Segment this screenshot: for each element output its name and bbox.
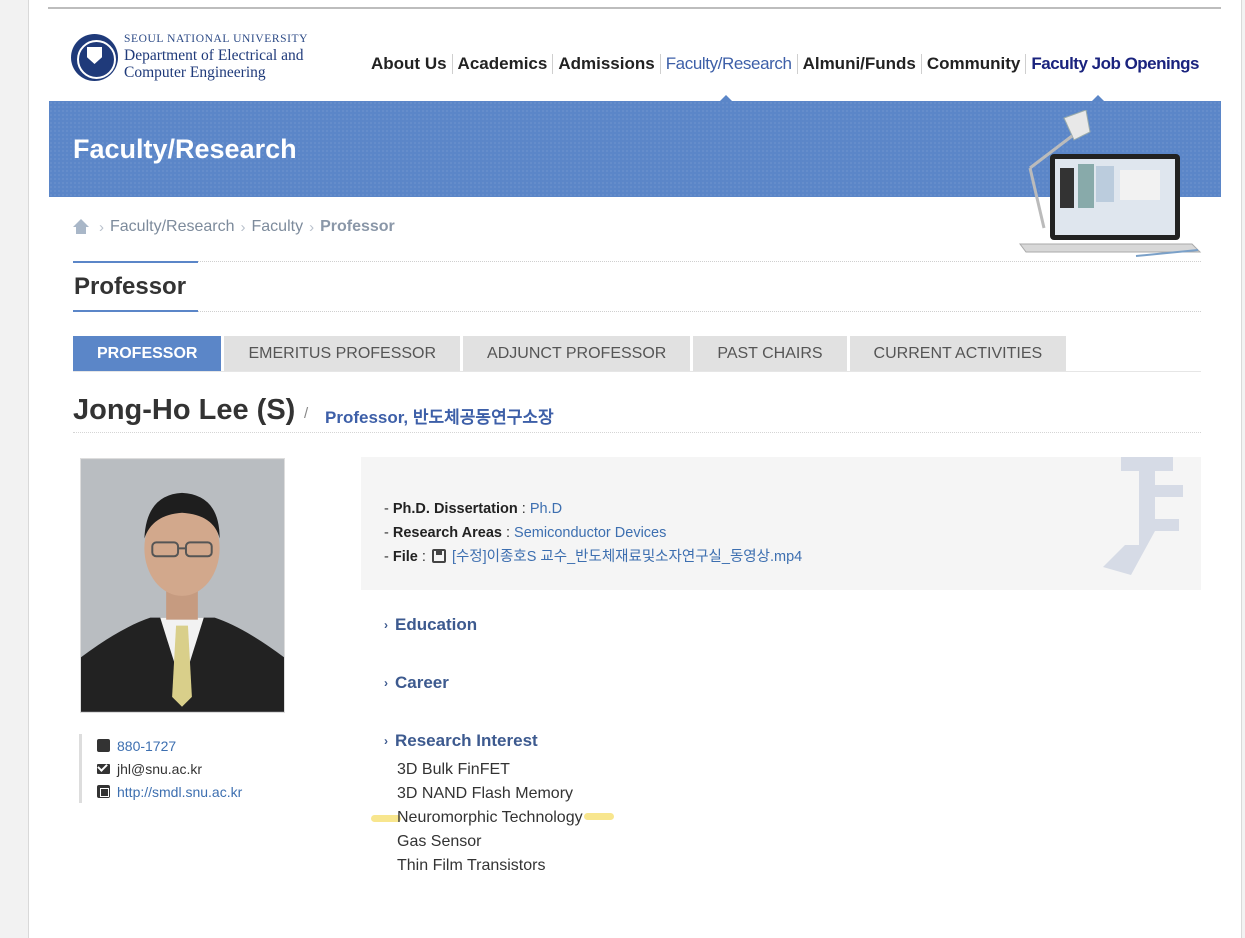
chevron-right-icon: › <box>99 218 104 236</box>
profile-info-box: - Ph.D. Dissertation : Ph.D - Research A… <box>361 457 1201 590</box>
tab-professor[interactable]: PROFESSOR <box>73 336 222 372</box>
chevron-right-icon: › <box>309 218 315 236</box>
research-areas-label: Research Areas <box>392 525 502 541</box>
title-accent-rule <box>73 310 198 312</box>
dissertation-link[interactable]: Ph.D <box>530 501 562 517</box>
email-address[interactable]: jhl@snu.ac.kr <box>117 761 202 777</box>
homepage-icon <box>97 785 110 798</box>
snu-logo[interactable]: SEOUL NATIONAL UNIVERSITY Department of … <box>71 34 308 81</box>
breadcrumb-faculty-research[interactable]: Faculty/Research <box>110 218 235 236</box>
homepage-link[interactable]: http://smdl.snu.ac.kr <box>117 784 242 800</box>
faculty-tabs: PROFESSOR EMERITUS PROFESSOR ADJUNCT PRO… <box>73 336 1069 372</box>
nav-faculty-job-openings[interactable]: Faculty Job Openings <box>1025 54 1204 74</box>
tab-past-chairs[interactable]: PAST CHAIRS <box>693 336 847 372</box>
research-interest-heading: Research Interest <box>395 731 538 750</box>
breadcrumb: › Faculty/Research › Faculty › Professor <box>73 218 395 236</box>
nav-community[interactable]: Community <box>920 54 1026 74</box>
banner-title: Faculty/Research <box>73 134 297 164</box>
list-item: 3D NAND Flash Memory <box>397 785 574 802</box>
envelope-icon <box>97 763 110 774</box>
university-seal-icon <box>71 34 118 81</box>
logo-dept-line1: Department of Electrical and <box>124 46 304 64</box>
breadcrumb-professor: Professor <box>320 218 395 235</box>
tabs-underline <box>73 371 1201 372</box>
logo-dept-line2: Computer Engineering <box>124 64 266 82</box>
professor-photo <box>80 458 285 713</box>
dissertation-label: Ph.D. Dissertation <box>392 501 518 517</box>
top-divider <box>48 7 1221 9</box>
professor-position: Professor, 반도체공동연구소장 <box>325 408 554 427</box>
nav-almuni-funds[interactable]: Almuni/Funds <box>796 54 921 74</box>
chevron-right-icon: › <box>384 618 388 632</box>
research-interest-list: 3D Bulk FinFET 3D NAND Flash Memory Neur… <box>397 758 583 878</box>
list-item: Gas Sensor <box>397 833 482 850</box>
breadcrumb-faculty[interactable]: Faculty <box>252 218 304 236</box>
title-accent-rule <box>73 261 198 263</box>
career-heading: Career <box>395 673 449 692</box>
list-item: Thin Film Transistors <box>397 857 546 874</box>
snu-watermark-icon <box>1103 457 1183 575</box>
research-areas-link[interactable]: Semiconductor Devices <box>514 525 666 541</box>
nav-academics[interactable]: Academics <box>451 54 553 74</box>
tab-emeritus-professor[interactable]: EMERITUS PROFESSOR <box>224 336 461 372</box>
home-icon[interactable] <box>73 219 89 235</box>
list-item: Neuromorphic Technology <box>397 809 583 826</box>
tab-adjunct-professor[interactable]: ADJUNCT PROFESSOR <box>463 336 691 372</box>
jobs-nav-caret <box>1092 95 1104 101</box>
logo-university-name: SEOUL NATIONAL UNIVERSITY <box>124 33 309 46</box>
education-heading: Education <box>395 615 478 634</box>
contact-info: 880-1727 jhl@snu.ac.kr http://smdl.snu.a… <box>79 734 242 803</box>
professor-name: Jong-Ho Lee (S) <box>73 394 296 426</box>
file-label: File <box>392 549 418 565</box>
file-link[interactable]: [수정]이종호S 교수_반도체재료및소자연구실_동영상.mp4 <box>452 549 802 565</box>
nav-faculty-research[interactable]: Faculty/Research <box>659 54 797 74</box>
career-toggle[interactable]: › Career <box>384 673 449 693</box>
list-item: 3D Bulk FinFET <box>397 761 510 778</box>
page-title: Professor <box>74 273 187 300</box>
nav-admissions[interactable]: Admissions <box>552 54 659 74</box>
name-separator: / <box>304 405 309 422</box>
phone-number[interactable]: 880-1727 <box>117 738 176 754</box>
lamp-laptop-illustration <box>1019 110 1202 257</box>
phone-icon <box>97 739 110 752</box>
main-nav: About Us Academics Admissions Faculty/Re… <box>364 54 1204 74</box>
chevron-right-icon: › <box>384 734 388 748</box>
name-dotted-rule <box>73 432 1201 433</box>
title-dotted-rule <box>198 261 1201 262</box>
floppy-disk-icon <box>431 549 446 563</box>
chevron-right-icon: › <box>240 218 246 236</box>
education-toggle[interactable]: › Education <box>384 615 477 635</box>
highlighter-mark <box>584 813 614 820</box>
nav-about-us[interactable]: About Us <box>364 54 452 74</box>
chevron-right-icon: › <box>384 676 388 690</box>
title-dotted-rule <box>198 311 1201 312</box>
research-interest-toggle[interactable]: › Research Interest <box>384 731 538 751</box>
active-nav-caret <box>720 95 732 101</box>
tab-current-activities[interactable]: CURRENT ACTIVITIES <box>849 336 1067 372</box>
